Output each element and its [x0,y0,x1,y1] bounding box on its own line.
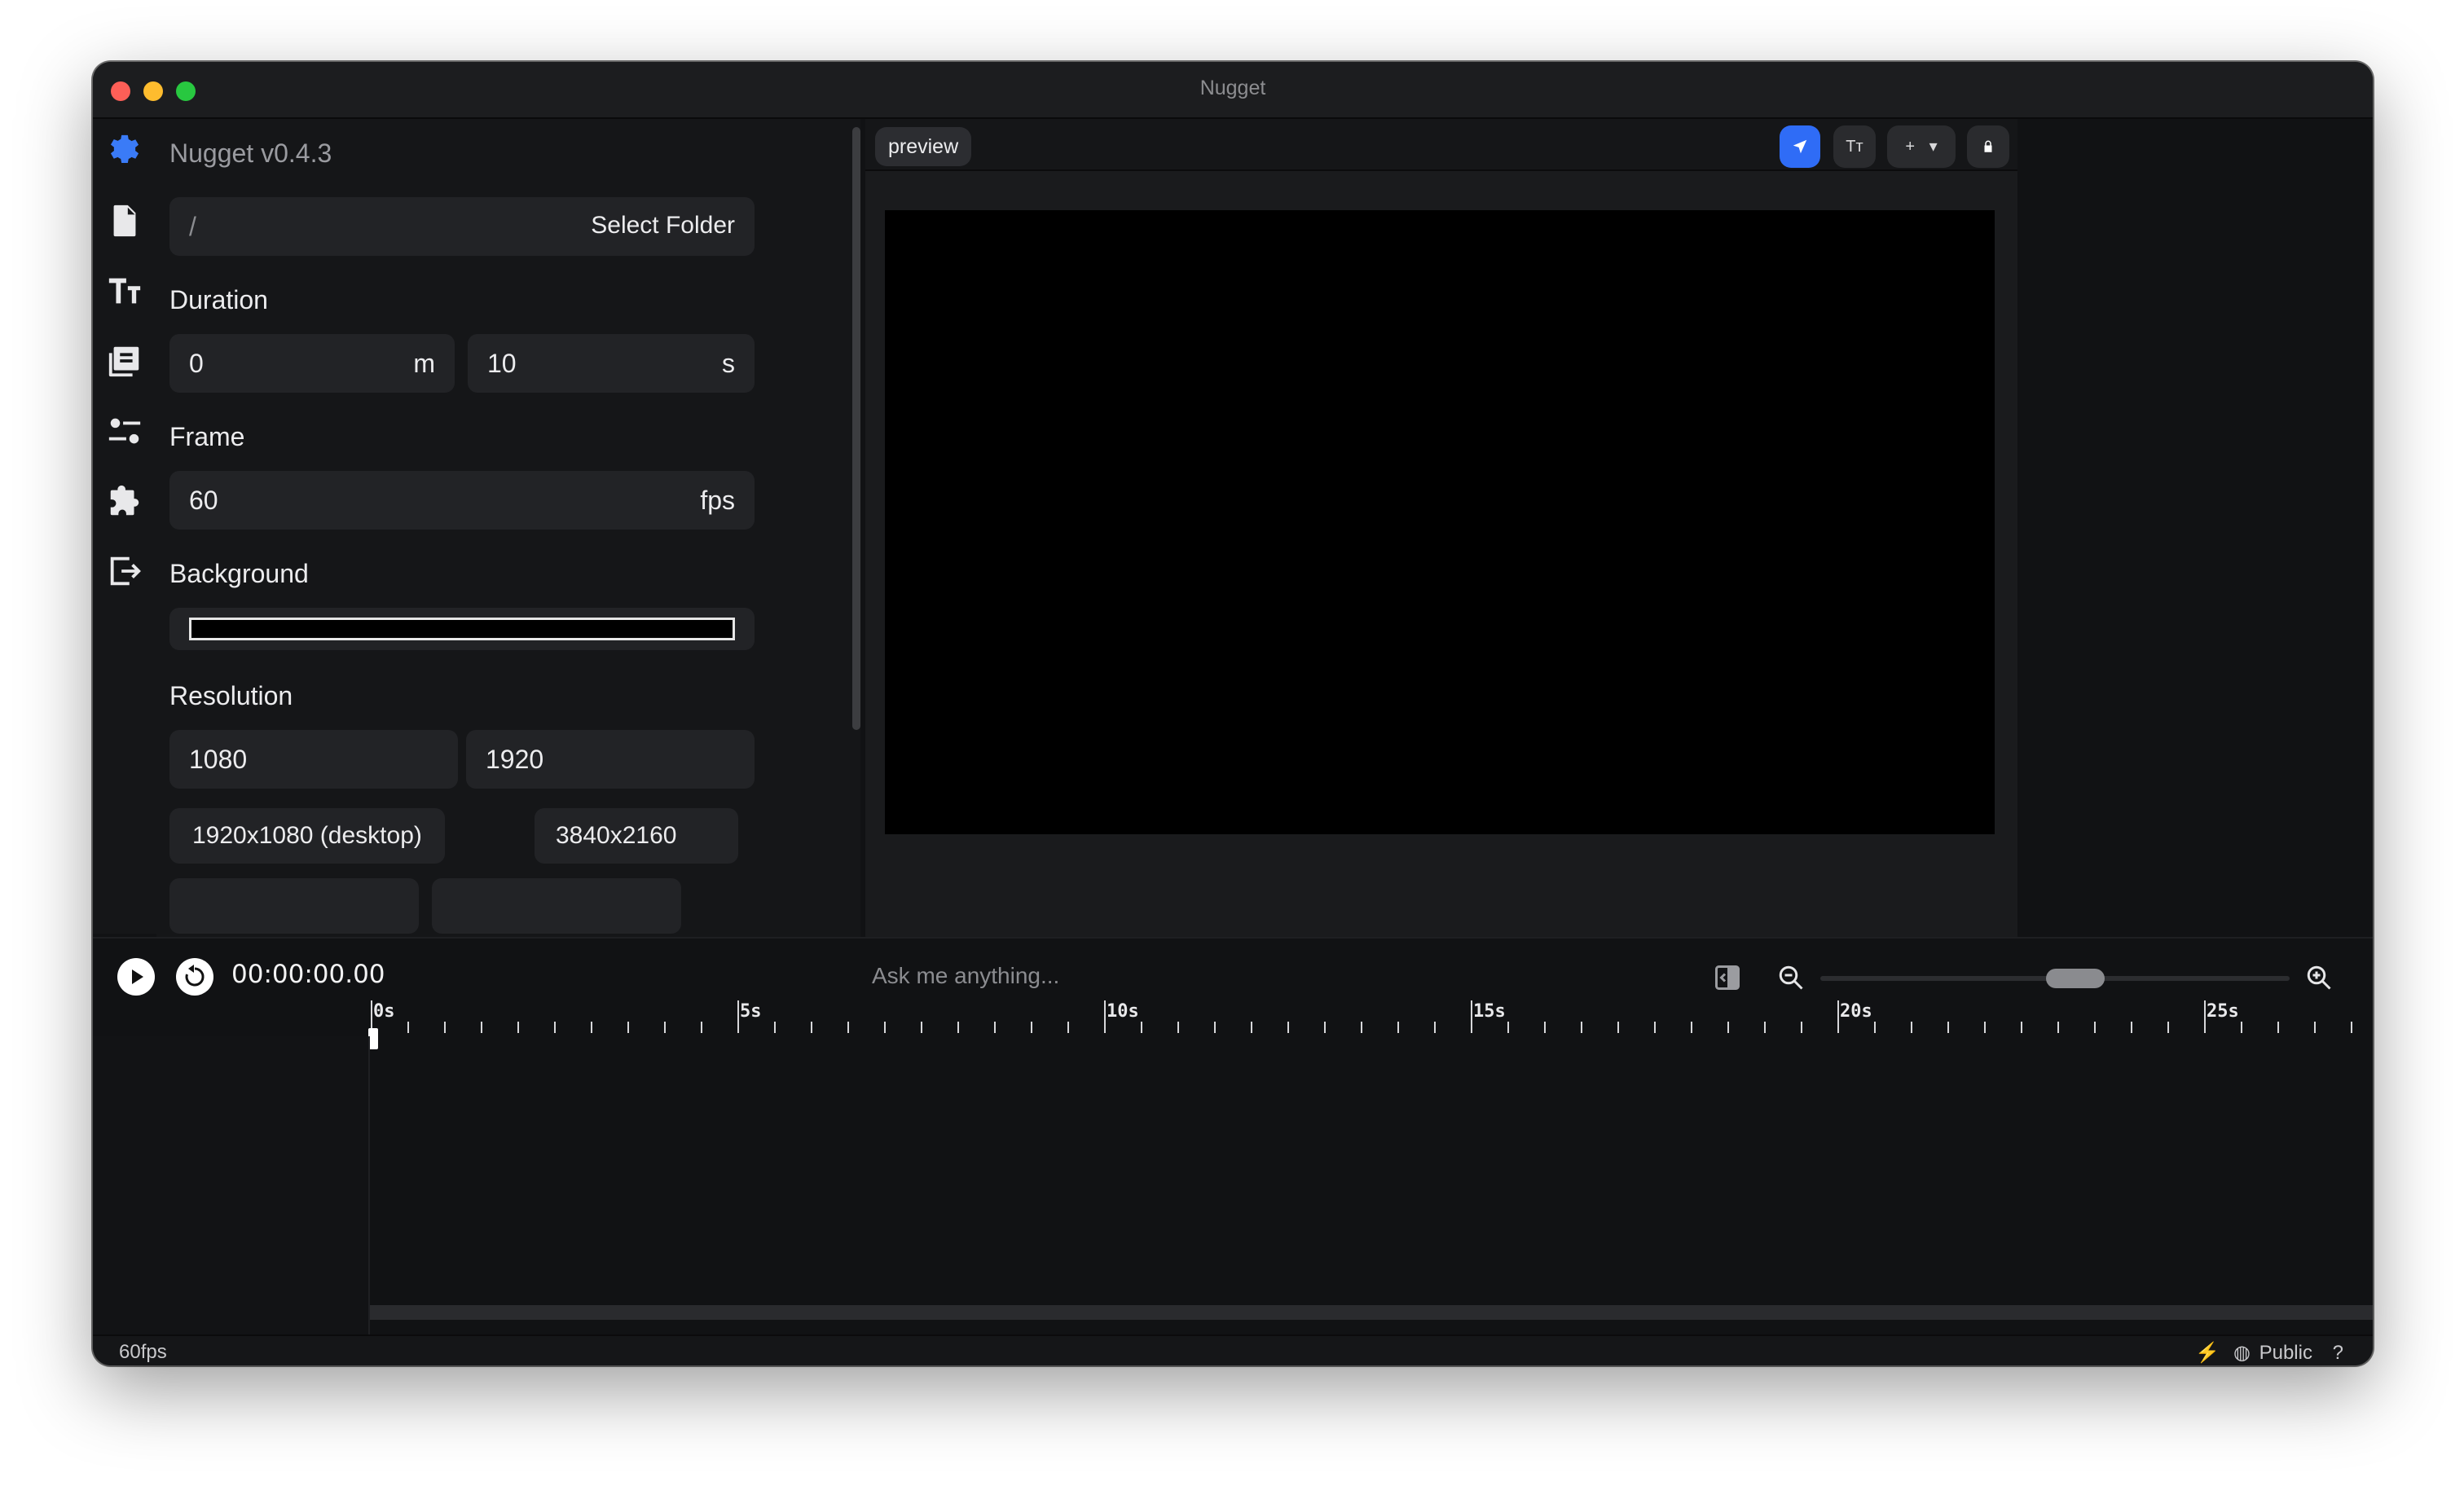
title-bar: Nugget [93,62,2373,119]
background-color-field[interactable] [169,608,755,650]
preview-toolbar: preview Tт + ▾ [865,119,2017,171]
ruler-label: 5s [740,1001,762,1022]
preset-4k-button[interactable]: 3840x2160 (4k) [535,808,738,904]
preset-desktop-button[interactable]: 1920x1080 (desktop) [169,808,445,864]
zoom-out-icon[interactable] [1776,963,1806,992]
sliders-icon[interactable] [106,412,143,450]
file-icon[interactable] [106,202,143,240]
duration-minutes-input[interactable]: 0 m [169,334,455,393]
preview-tab[interactable]: preview [875,127,972,166]
settings-panel: Nugget v0.4.3 / Select Folder Duration 0… [156,119,860,937]
ruler-label: 15s [1473,1001,1506,1022]
plus-label: + [1905,138,1916,156]
zoom-slider-thumb[interactable] [2046,969,2105,988]
globe-icon: ◍ [2233,1342,2251,1364]
timeline-horizontal-scrollbar[interactable] [370,1305,2373,1320]
add-element-button[interactable]: + ▾ [1887,125,1956,168]
play-button[interactable] [117,958,155,996]
inspector-area [2017,119,2373,937]
background-color-swatch[interactable] [189,618,735,640]
preview-canvas[interactable] [885,210,1995,834]
visibility-label[interactable]: Public [2259,1342,2312,1364]
resolution-width-input[interactable]: 1080 [169,730,458,789]
zoom-slider[interactable] [1820,969,2290,988]
folder-field[interactable]: / Select Folder [169,197,755,256]
panel-scrollbar[interactable] [852,127,860,730]
frame-rate-input[interactable]: 60 fps [169,471,755,530]
ruler-label: 25s [2207,1001,2239,1022]
duration-seconds-input[interactable]: 10 s [468,334,755,393]
toggle-panel-button[interactable] [1713,963,1742,992]
app-version: Nugget v0.4.3 [169,138,332,168]
ruler-label: 20s [1840,1001,1872,1022]
export-icon[interactable] [106,552,143,590]
text-tool-button[interactable]: Tт [1833,125,1876,168]
play-icon [132,969,143,984]
seconds-unit: s [722,349,735,378]
app-window: Nugget Nugget v0.4.3 / Select Folder Dur… [93,62,2373,1365]
timeline-ruler[interactable]: 0s 5s 10s 15s 20s 25s [368,1000,2373,1033]
status-right: ⚡ ◍ Public ? [2187,1341,2343,1365]
folder-path: / [189,212,196,241]
frame-label: Frame [169,422,245,451]
icon-rail [93,119,156,934]
preset-more-button[interactable] [169,878,419,934]
cursor-icon [1793,139,1807,154]
frame-rate-unit: fps [700,486,735,515]
duration-label: Duration [169,285,268,314]
timeline-panel: 00:00:00.00 Ask me anything... 0s 5s 10s 15… [93,937,2373,1336]
resolution-label: Resolution [169,681,293,710]
minutes-value: 0 [189,349,204,378]
restart-button[interactable] [176,958,213,996]
fps-indicator: 60fps [119,1341,167,1363]
ruler-label: 0s [373,1001,395,1022]
ask-input[interactable]: Ask me anything... [872,963,1059,989]
timecode: 00:00:00.00 [231,960,385,989]
help-button[interactable]: ? [2333,1342,2343,1364]
sidebar-toggle-icon [1715,965,1740,990]
status-bar: 60fps ⚡ ◍ Public ? [93,1334,2373,1365]
frame-rate-value: 60 [189,486,218,515]
resolution-width-value: 1080 [189,745,248,774]
window-title: Nugget [1199,77,1266,99]
gear-icon[interactable] [106,132,143,169]
seconds-value: 10 [487,349,517,378]
lock-icon [1984,140,1992,152]
select-folder-button[interactable]: Select Folder [591,212,735,240]
select-tool-button[interactable] [1780,125,1820,168]
lock-button[interactable] [1967,125,2009,168]
media-library-icon[interactable] [106,342,143,380]
track-headers [93,1036,370,1336]
preset-more-button-2[interactable] [432,878,681,934]
text-icon[interactable] [106,272,143,310]
minutes-unit: m [413,349,435,378]
ruler-label: 10s [1107,1001,1139,1022]
bolt-icon[interactable]: ⚡ [2195,1342,2220,1364]
zoom-in-icon[interactable] [2304,963,2334,992]
restart-icon [185,965,205,987]
preview-area: preview Tт + ▾ [865,119,2017,937]
resolution-height-value: 1920 [486,745,544,774]
puzzle-icon[interactable] [106,482,143,520]
resolution-height-input[interactable]: 1920 [466,730,755,789]
chevron-down-icon: ▾ [1929,138,1938,156]
background-label: Background [169,559,309,588]
